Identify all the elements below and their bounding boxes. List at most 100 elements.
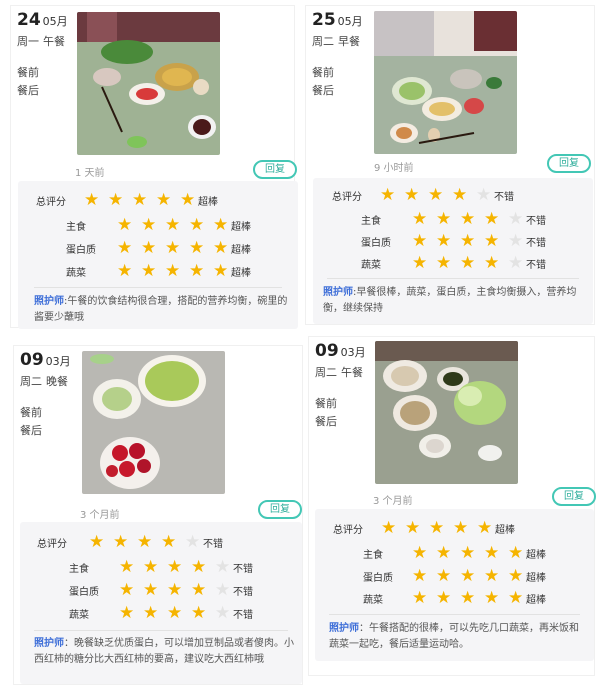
meal-card: 24 05月 周一 午餐 餐前 餐后 1 天前 回复 总评分 ★ ★ ★ ★ ★ 超棒 [10, 5, 298, 329]
star-rating: ★ ★ ★ ★ ★ [412, 545, 532, 562]
meal-name: 早餐 [338, 35, 360, 48]
star-icon: ★ [460, 566, 476, 586]
star-rating: ★ ★ ★ ★ ★ [380, 185, 500, 205]
rating-row-vegetable: 蔬菜 ★ ★ ★ ★ ★ 不错 [69, 603, 253, 623]
after-meal-tab[interactable]: 餐后 [312, 82, 334, 98]
rating-panel: 总评分 ★ ★ ★ ★ ★ 超棒 主食 ★ ★ ★ ★ ★ 超棒 蛋白质 ★ ★ ★ ★ ★ 超棒 蔬菜… [18, 181, 298, 329]
date-day: 24 [17, 10, 41, 30]
star-icon: ★ [84, 190, 100, 210]
rating-text: 不错 [203, 538, 223, 550]
star-icon: ★ [452, 185, 468, 205]
star-icon: ★ [189, 261, 205, 281]
star-icon: ★ [113, 532, 129, 552]
nurse-label: 照护师 [34, 296, 64, 307]
rating-text: 超棒 [526, 549, 546, 561]
rating-row-vegetable: 蔬菜 ★ ★ ★ ★ ★ 超棒 [363, 588, 546, 608]
star-icon: ★ [165, 238, 181, 258]
meal-type: 周二 早餐 [312, 33, 360, 49]
star-icon: ★ [117, 238, 133, 258]
weekday: 周二 [312, 35, 334, 48]
meal-photo[interactable] [82, 351, 225, 494]
before-meal-tab[interactable]: 餐前 [20, 404, 42, 420]
meal-card: 09 03月 周二 午餐 餐前 餐后 3 个月前 回复 总评分 ★ ★ ★ ★ ★ 超棒 主… [308, 336, 596, 676]
meal-photo-image [375, 341, 518, 484]
date-day: 09 [315, 341, 339, 361]
rating-row-staple: 主食 ★ ★ ★ ★ ★ 不错 [69, 557, 253, 577]
meal-name: 晚餐 [46, 375, 68, 388]
date: 24 05月 [17, 10, 68, 30]
rating-label: 蔬菜 [361, 259, 381, 271]
reply-button[interactable]: 回复 [552, 487, 596, 506]
comment-text: ：午餐搭配的很棒，可以先吃几口蔬菜，再米饭和蔬菜一起吃，餐后适量运动哈。 [329, 623, 579, 650]
star-icon: ★ [429, 518, 445, 538]
rating-label: 蛋白质 [66, 244, 96, 256]
star-rating: ★ ★ ★ ★ ★ [412, 209, 532, 229]
before-meal-tab[interactable]: 餐前 [17, 64, 39, 80]
after-meal-tab[interactable]: 餐后 [17, 82, 39, 98]
rating-text: 不错 [526, 259, 546, 271]
rating-text: 不错 [526, 215, 546, 227]
star-icon: ★ [453, 518, 469, 538]
star-rating: ★ ★ ★ ★ ★ [117, 261, 237, 281]
rating-row-protein: 蛋白质 ★ ★ ★ ★ ★ 不错 [69, 580, 253, 600]
star-icon: ★ [460, 588, 476, 608]
meal-photo[interactable] [374, 11, 517, 154]
rating-label: 蛋白质 [361, 237, 391, 249]
rating-panel: 总评分 ★ ★ ★ ★ ★ 超棒 主食 ★ ★ ★ ★ ★ 超棒 蛋白质 ★ ★ ★ ★ ★ 超棒 蔬菜… [315, 509, 594, 661]
before-meal-tab[interactable]: 餐前 [312, 64, 334, 80]
star-icon: ★ [167, 557, 183, 577]
star-icon: ★ [412, 566, 428, 586]
date-day: 09 [20, 350, 44, 370]
star-icon: ★ [119, 557, 135, 577]
rating-text: 超棒 [231, 267, 251, 279]
star-icon: ★ [143, 603, 159, 623]
star-icon: ★ [189, 215, 205, 235]
date: 09 03月 [315, 341, 366, 361]
star-icon: ★ [119, 603, 135, 623]
date-month: 05月 [337, 15, 363, 28]
star-icon: ★ [156, 190, 172, 210]
date-month: 03月 [45, 355, 71, 368]
meal-type: 周二 晚餐 [20, 373, 68, 389]
star-icon: ★ [412, 253, 428, 273]
after-meal-tab[interactable]: 餐后 [315, 413, 337, 429]
star-icon: ★ [143, 557, 159, 577]
star-icon: ★ [117, 261, 133, 281]
star-icon: ★ [137, 532, 153, 552]
star-icon: ★ [405, 518, 421, 538]
rating-row-vegetable: 蔬菜 ★ ★ ★ ★ ★ 不错 [361, 253, 546, 273]
star-icon: ★ [484, 231, 500, 251]
reply-button[interactable]: 回复 [258, 500, 302, 519]
overall-rating: 总评分 ★ ★ ★ ★ ★ 超棒 [36, 190, 218, 210]
star-icon: ★ [143, 580, 159, 600]
rating-row-protein: 蛋白质 ★ ★ ★ ★ ★ 超棒 [66, 238, 251, 258]
meal-photo[interactable] [77, 12, 220, 155]
rating-text: 超棒 [526, 572, 546, 584]
overall-label: 总评分 [332, 191, 362, 203]
meal-photo-image [77, 12, 220, 155]
comment-text: ：晚餐缺乏优质蛋白，可以增加豆制品或者傻肉。小西红柿的糖分比大西红柿的要高，建议… [34, 638, 294, 665]
rating-panel: 总评分 ★ ★ ★ ★ ★ 不错 主食 ★ ★ ★ ★ ★ 不错 蛋白质 ★ ★ ★ ★ ★ 不错 蔬菜… [20, 522, 302, 684]
star-icon: ★ [412, 209, 428, 229]
reply-button[interactable]: 回复 [253, 160, 297, 179]
meal-photo[interactable] [375, 341, 518, 484]
date-month: 05月 [42, 15, 68, 28]
star-icon: ★ [141, 261, 157, 281]
rating-label: 蔬菜 [69, 609, 89, 621]
star-icon: ★ [167, 603, 183, 623]
star-icon: ★ [380, 185, 396, 205]
star-icon: ★ [436, 231, 452, 251]
nurse-comment: 照护师:午餐的饮食结构很合理，搭配的营养均衡，碗里的酱要少蘸哦 [34, 294, 292, 326]
star-icon: ★ [165, 261, 181, 281]
overall-label: 总评分 [36, 196, 66, 208]
after-meal-tab[interactable]: 餐后 [20, 422, 42, 438]
star-icon: ★ [161, 532, 177, 552]
weekday: 周一 [17, 35, 39, 48]
star-icon: ★ [412, 231, 428, 251]
star-rating: ★ ★ ★ ★ ★ [381, 518, 501, 538]
rating-label: 主食 [69, 563, 89, 575]
weekday: 周二 [315, 366, 337, 379]
meal-type: 周二 午餐 [315, 364, 363, 380]
reply-button[interactable]: 回复 [547, 154, 591, 173]
before-meal-tab[interactable]: 餐前 [315, 395, 337, 411]
